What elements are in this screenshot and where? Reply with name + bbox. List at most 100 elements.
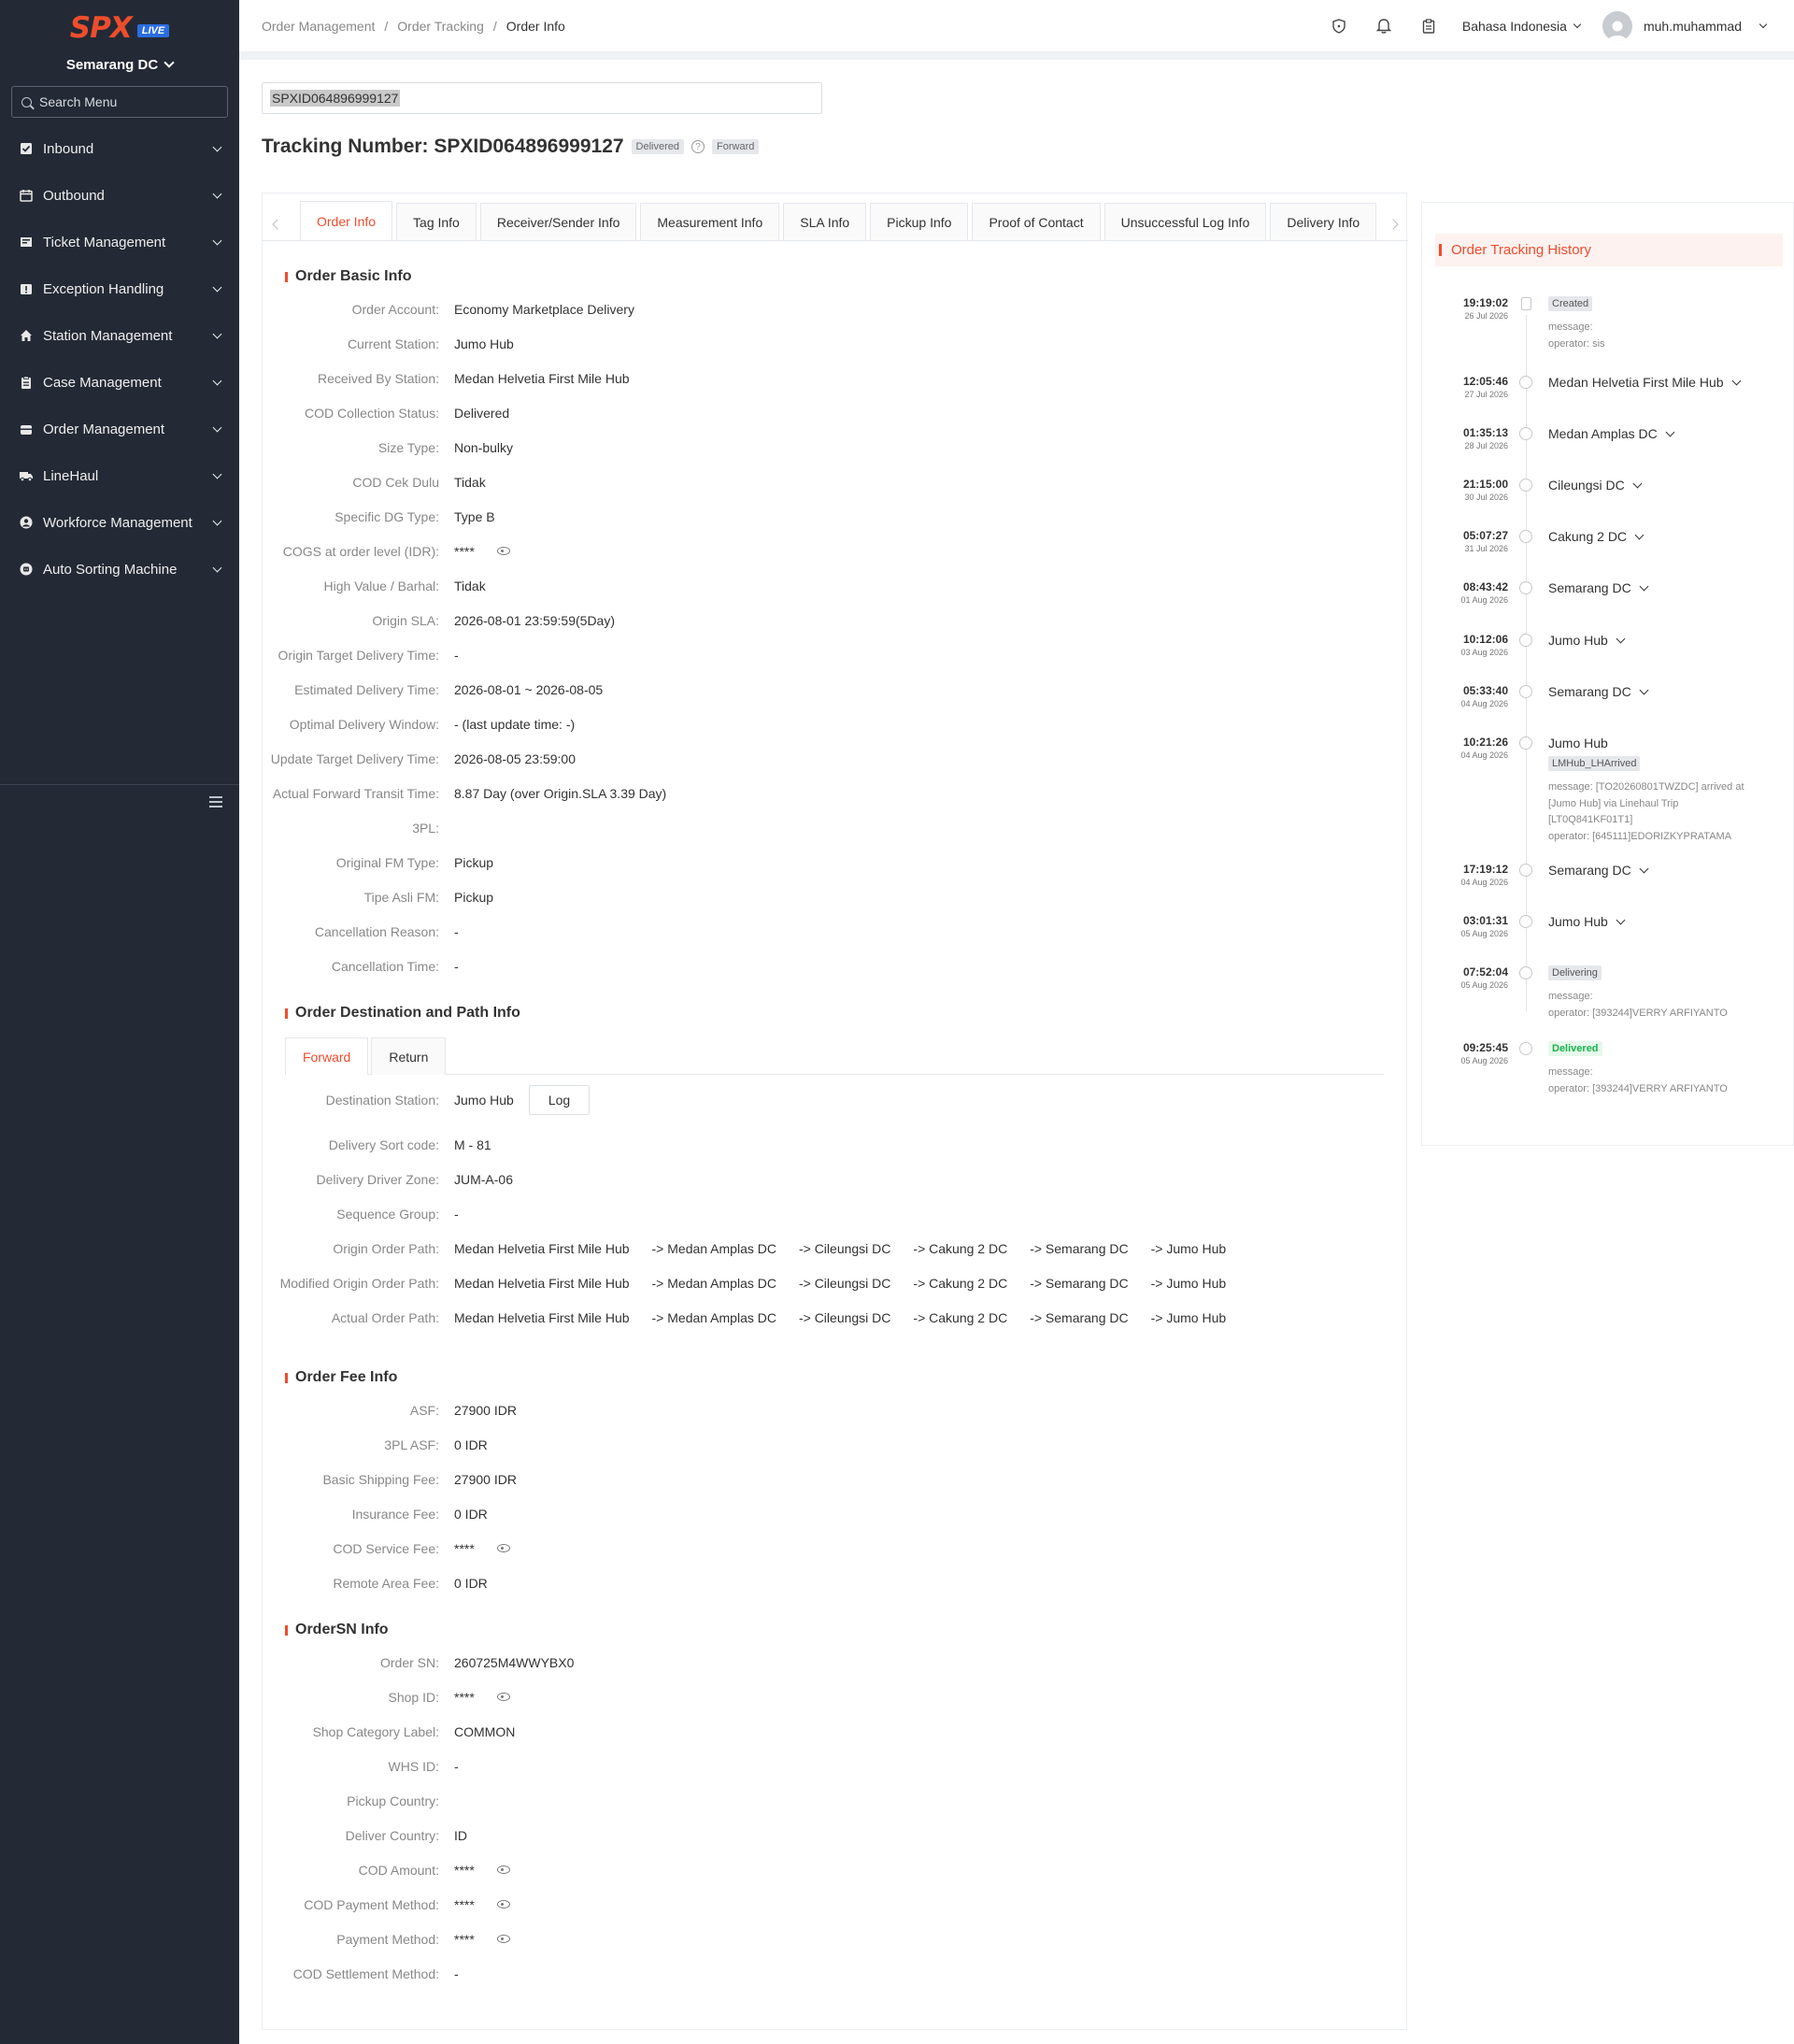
field-value: 0 IDR — [454, 1507, 488, 1522]
sub-tab-return[interactable]: Return — [371, 1037, 447, 1075]
destination-station-row: Destination Station: Jumo Hub Log — [263, 1081, 1384, 1119]
chevron-left-icon[interactable] — [272, 219, 283, 230]
chevron-down-icon — [1758, 20, 1768, 28]
tab-tag-info[interactable]: Tag Info — [396, 203, 477, 240]
event-station[interactable]: Jumo Hub — [1548, 633, 1626, 648]
chevron-down-icon — [1616, 634, 1626, 643]
event-station[interactable]: Medan Helvetia First Mile Hub — [1548, 375, 1741, 390]
event-station[interactable]: Semarang DC — [1548, 684, 1649, 699]
language-selector[interactable]: Bahasa Indonesia — [1462, 19, 1582, 34]
tab-delivery-info[interactable]: Delivery Info — [1270, 203, 1377, 240]
info-row: Sequence Group: - — [263, 1196, 1384, 1231]
tab-sla-info[interactable]: SLA Info — [783, 203, 867, 240]
chevron-down-icon — [212, 282, 222, 292]
field-label: COGS at order level (IDR): — [282, 543, 439, 559]
tracking-number-input[interactable]: SPXID064896999127 — [262, 82, 822, 114]
user-menu[interactable]: muh.muhammad — [1602, 10, 1768, 41]
destination-station-value: Jumo Hub — [454, 1093, 514, 1108]
log-button[interactable]: Log — [528, 1085, 591, 1115]
info-row: Update Target Delivery Time: 2026-08-05 2… — [263, 741, 1384, 776]
info-row: Payment Method: **** — [263, 1922, 1384, 1956]
field-label: Optimal Delivery Window: — [289, 716, 439, 732]
sidebar-item-outbound[interactable]: Outbound — [0, 172, 239, 219]
breadcrumb-order-tracking[interactable]: Order Tracking — [397, 19, 484, 34]
field-value: JUM-A-06 — [454, 1172, 513, 1187]
tab-proof-of-contact[interactable]: Proof of Contact — [972, 203, 1101, 240]
event-station[interactable]: Cakung 2 DC — [1548, 529, 1644, 544]
field-value-text: Delivered — [454, 405, 510, 421]
logo-area[interactable]: SPX LIVE — [0, 0, 239, 47]
field-label: Origin Target Delivery Time: — [278, 647, 439, 663]
event-station[interactable]: Jumo Hub — [1548, 914, 1626, 929]
tab-receiver-sender-info[interactable]: Receiver/Sender Info — [479, 203, 637, 240]
field-value-text: 0 IDR — [454, 1437, 488, 1452]
sidebar-item-inbound[interactable]: Inbound — [0, 125, 239, 172]
chevron-right-icon[interactable] — [1388, 219, 1399, 230]
eye-icon[interactable] — [496, 1693, 510, 1701]
eye-icon[interactable] — [496, 1935, 510, 1943]
field-label: Shop ID: — [388, 1689, 439, 1705]
sidebar-item-linehaul[interactable]: LineHaul — [0, 452, 239, 499]
question-icon[interactable]: ? — [691, 140, 705, 153]
station-selector[interactable]: Semarang DC — [0, 47, 239, 82]
breadcrumb-separator: / — [384, 18, 389, 34]
field-label: Pickup Country: — [347, 1793, 439, 1808]
sidebar-item-exception-handling[interactable]: Exception Handling — [0, 265, 239, 312]
eye-icon[interactable] — [496, 1544, 510, 1552]
tab-measurement-info[interactable]: Measurement Info — [640, 203, 780, 240]
event-message-line: message: — [1548, 322, 1593, 333]
sidebar-item-order-management[interactable]: Order Management — [0, 406, 239, 452]
chevron-down-icon — [1639, 685, 1649, 694]
event-time: 17:19:12 — [1462, 863, 1508, 876]
event-station[interactable]: Semarang DC — [1548, 580, 1649, 595]
eye-icon[interactable] — [496, 1900, 510, 1908]
event-station-name: Semarang DC — [1548, 863, 1631, 878]
event-message-line: [LT0Q841KF01T1] — [1548, 814, 1633, 825]
station-icon — [1519, 427, 1532, 440]
event-message-line: [Jumo Hub] via Linehaul Trip — [1548, 797, 1679, 809]
breadcrumb-order-management[interactable]: Order Management — [262, 19, 375, 34]
field-label: Update Target Delivery Time: — [270, 750, 439, 766]
shield-icon[interactable] — [1328, 15, 1350, 37]
event-date: 26 Jul 2026 — [1464, 311, 1508, 321]
event-station[interactable]: Cileungsi DC — [1548, 478, 1643, 493]
field-value: - — [454, 959, 459, 974]
tab-order-info[interactable]: Order Info — [300, 201, 393, 240]
sidebar-item-station-management[interactable]: Station Management — [0, 312, 239, 359]
field-value-text: **** — [454, 543, 475, 559]
sidebar-item-case-management[interactable]: Case Management — [0, 359, 239, 406]
field-value-text: COMMON — [454, 1723, 516, 1739]
order-icon — [19, 422, 34, 436]
event-station[interactable]: Semarang DC — [1548, 863, 1649, 878]
info-row: Optimal Delivery Window: - (last update t… — [263, 707, 1384, 741]
field-label: High Value / Barhal: — [323, 578, 439, 593]
event-station[interactable]: Medan Amplas DC — [1548, 426, 1675, 441]
eye-icon[interactable] — [496, 547, 510, 555]
clipboard-icon[interactable] — [1417, 15, 1440, 37]
field-value: **** — [454, 1690, 510, 1705]
field-label: Cancellation Reason: — [314, 923, 439, 939]
tab-unsuccessful-log-info[interactable]: Unsuccessful Log Info — [1103, 203, 1267, 240]
sidebar-menu: Inbound Outbound Ticket Management Exceptio… — [0, 125, 239, 593]
info-row: Insurance Fee: 0 IDR — [263, 1496, 1384, 1531]
field-value: Jumo Hub Log — [454, 1085, 591, 1115]
field-value: **** — [454, 1863, 510, 1878]
path-node: -> Cileungsi DC — [798, 1240, 891, 1256]
path-node: Medan Helvetia First Mile Hub — [454, 1275, 630, 1291]
eye-icon[interactable] — [496, 1865, 510, 1874]
field-label: Current Station: — [347, 336, 439, 351]
collapse-menu-icon[interactable] — [209, 796, 222, 808]
search-menu-input[interactable]: Search Menu — [11, 86, 228, 118]
sidebar-item-auto-sorting-machine[interactable]: Auto Sorting Machine — [0, 546, 239, 593]
event-station[interactable]: Jumo Hub — [1548, 736, 1608, 750]
bell-icon[interactable] — [1373, 15, 1395, 37]
field-label: 3PL ASF: — [384, 1437, 439, 1452]
path-node: -> Cakung 2 DC — [913, 1240, 1008, 1256]
sidebar-item-workforce-management[interactable]: Workforce Management — [0, 499, 239, 546]
field-value-text: - — [454, 1206, 459, 1222]
info-row: COD Payment Method: **** — [263, 1887, 1384, 1922]
event-message-line: operator: [645111]EDORIZKYPRATAMA — [1548, 830, 1732, 842]
sidebar-item-ticket-management[interactable]: Ticket Management — [0, 219, 239, 265]
sub-tab-forward[interactable]: Forward — [285, 1037, 369, 1075]
tab-pickup-info[interactable]: Pickup Info — [870, 203, 969, 240]
